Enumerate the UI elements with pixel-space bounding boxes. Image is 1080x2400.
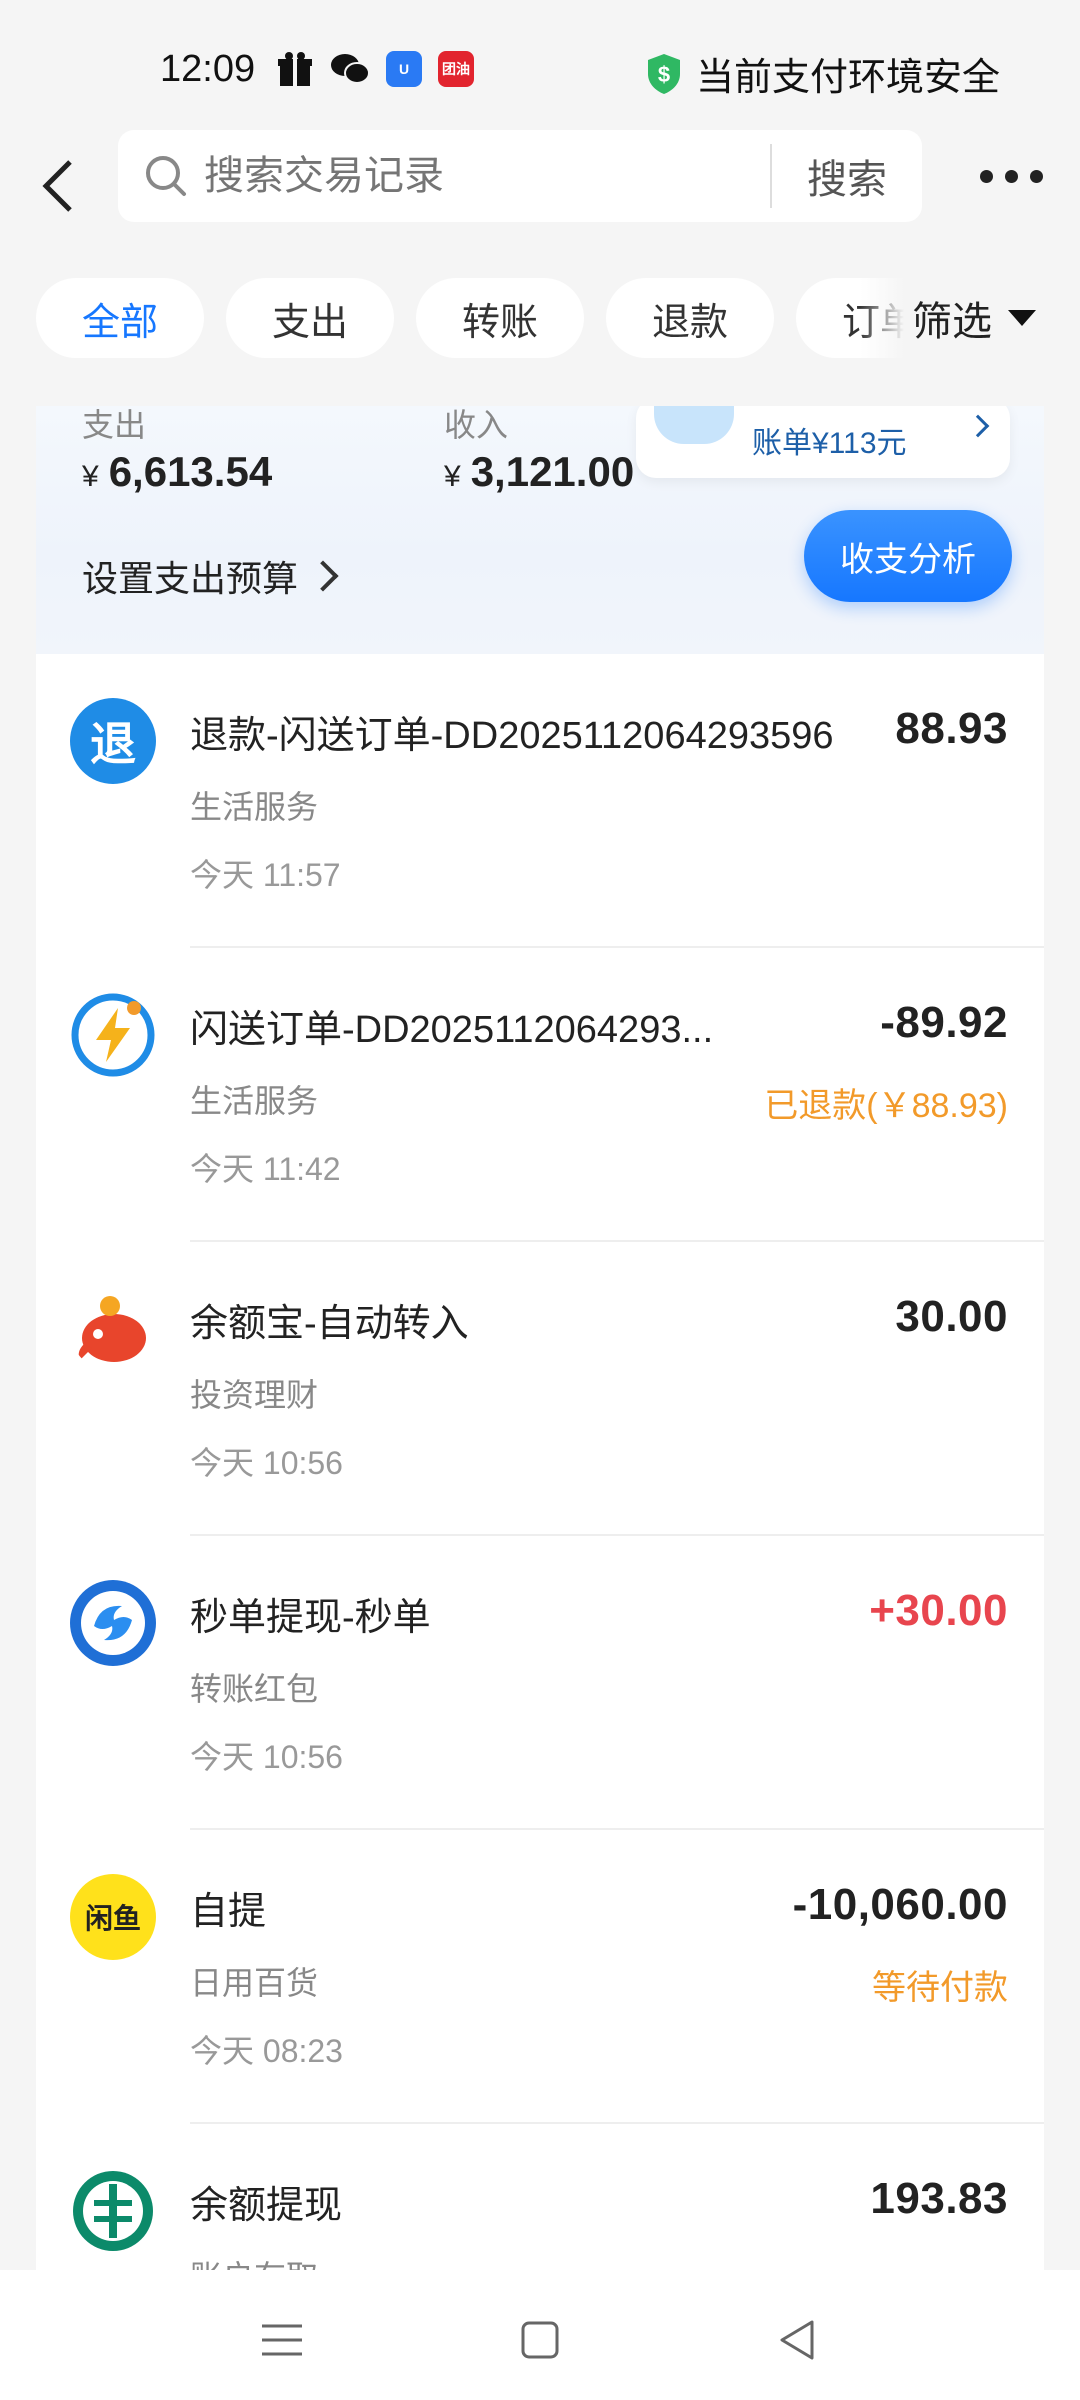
- transaction-time: 今天 10:56: [190, 1739, 343, 1775]
- transaction-time: 今天 11:42: [190, 1151, 341, 1187]
- abc-bank-icon: [70, 2168, 156, 2254]
- income-label: 收入: [444, 407, 509, 443]
- filter-button[interactable]: 筛选: [860, 278, 1080, 358]
- transaction-amount: 193.83: [870, 2174, 1008, 2223]
- yuebao-icon: [70, 1286, 156, 1372]
- top-header: 搜索: [0, 130, 1080, 260]
- xianyu-icon: 闲鱼: [70, 1874, 156, 1960]
- filter-label: 筛选: [912, 300, 992, 344]
- transaction-amount: 30.00: [895, 1292, 1008, 1341]
- transaction-time: 今天 11:57: [190, 857, 341, 893]
- monthly-summary-card: 支出 ¥6,613.54 收入 ¥3,121.00 设置支出预算 账单¥113元…: [36, 406, 1044, 654]
- transaction-row[interactable]: 闲鱼 自提 日用百货 今天 08:23 -10,060.00 等待付款: [36, 1830, 1044, 2124]
- transaction-category: 日用百货: [190, 1965, 319, 2001]
- bill-tip-bubble[interactable]: 账单¥113元: [636, 406, 1010, 478]
- transaction-row[interactable]: 秒单提现-秒单 转账红包 今天 10:56 +30.00: [36, 1536, 1044, 1830]
- system-navigation-bar: [0, 2270, 1080, 2400]
- transaction-category: 生活服务: [190, 789, 319, 825]
- transaction-time: 今天 10:56: [190, 1445, 343, 1481]
- transaction-amount: +30.00: [869, 1586, 1008, 1635]
- transaction-amount: 88.93: [895, 704, 1008, 753]
- transaction-amount: -10,060.00: [792, 1880, 1008, 1929]
- transaction-category: 生活服务: [190, 1083, 319, 1119]
- transaction-list: 退 退款-闪送订单-DD2025112064293596 生活服务 今天 11:…: [36, 654, 1044, 2270]
- transaction-category: 账户存取: [190, 2252, 318, 2270]
- tab-all[interactable]: 全部: [36, 278, 204, 358]
- back-triangle-icon[interactable]: [768, 2310, 828, 2370]
- transaction-title: 自提: [190, 1891, 267, 1933]
- caret-down-icon: [1008, 310, 1036, 326]
- wechat-icon: [331, 54, 370, 84]
- menu-icon[interactable]: [252, 2310, 312, 2370]
- tab-expense[interactable]: 支出: [226, 278, 394, 358]
- search-bar[interactable]: 搜索: [118, 130, 922, 222]
- svg-text:$: $: [658, 62, 670, 87]
- filter-tabs: 全部 支出 转账 退款 订单 筛选: [0, 278, 1080, 362]
- transaction-row[interactable]: 退 退款-闪送订单-DD2025112064293596 生活服务 今天 11:…: [36, 654, 1044, 948]
- income-expense-analysis-button[interactable]: 收支分析: [804, 510, 1012, 602]
- income-total: ¥3,121.00: [444, 448, 635, 495]
- home-icon[interactable]: [510, 2310, 570, 2370]
- tab-refund[interactable]: 退款: [606, 278, 774, 358]
- transaction-amount: -89.92: [880, 998, 1008, 1047]
- miaodan-icon: [70, 1580, 156, 1666]
- transaction-row[interactable]: 闪送订单-DD2025112064293... 生活服务 今天 11:42 -8…: [36, 948, 1044, 1242]
- search-icon: [146, 156, 186, 196]
- status-bar: 12:09 U 团油 $ 当前支付环境安全: [0, 0, 1080, 130]
- more-options-icon[interactable]: [980, 170, 1043, 183]
- transaction-title: 余额宝-自动转入: [190, 1303, 469, 1345]
- refund-icon: 退: [70, 698, 156, 784]
- gift-icon: [278, 52, 312, 86]
- budget-label: 设置支出预算: [82, 558, 299, 599]
- app-icon: U: [386, 51, 422, 87]
- back-arrow-icon[interactable]: [36, 150, 96, 220]
- payment-status: 等待付款: [872, 1969, 1008, 2007]
- transaction-row[interactable]: 余额宝-自动转入 投资理财 今天 10:56 30.00: [36, 1242, 1044, 1536]
- search-button[interactable]: 搜索: [772, 130, 922, 222]
- safety-text: 当前支付环境安全: [695, 57, 1000, 99]
- set-budget-link[interactable]: 设置支出预算: [82, 550, 339, 602]
- transaction-row[interactable]: 余额提现 账户存取 193.83: [36, 2124, 1044, 2270]
- transaction-time: 今天 08:23: [190, 2033, 343, 2069]
- transaction-title: 退款-闪送订单-DD2025112064293596: [190, 715, 834, 757]
- flash-delivery-icon: [70, 992, 156, 1078]
- shield-icon: $: [647, 53, 680, 94]
- search-input[interactable]: [204, 130, 844, 222]
- tip-text: 账单¥113元: [752, 427, 907, 460]
- expense-label: 支出: [82, 407, 147, 443]
- transaction-title: 秒单提现-秒单: [190, 1597, 431, 1639]
- transaction-title: 余额提现: [190, 2185, 343, 2227]
- transaction-category: 投资理财: [190, 1377, 319, 1413]
- status-time: 12:09: [160, 48, 256, 90]
- transaction-category: 转账红包: [190, 1671, 319, 1707]
- payment-safety-indicator: $ 当前支付环境安全: [644, 46, 1000, 101]
- expense-total: ¥6,613.54: [82, 448, 273, 495]
- chevron-right-icon: [966, 414, 990, 438]
- tuanyou-icon: 团油: [438, 51, 474, 87]
- tab-transfer[interactable]: 转账: [416, 278, 584, 358]
- piggy-bank-icon: [654, 406, 734, 444]
- refund-status: 已退款(￥88.93): [764, 1087, 1008, 1125]
- transaction-title: 闪送订单-DD2025112064293...: [190, 1009, 714, 1051]
- status-notification-icons: U 团油: [276, 50, 474, 88]
- chevron-right-icon: [307, 560, 339, 592]
